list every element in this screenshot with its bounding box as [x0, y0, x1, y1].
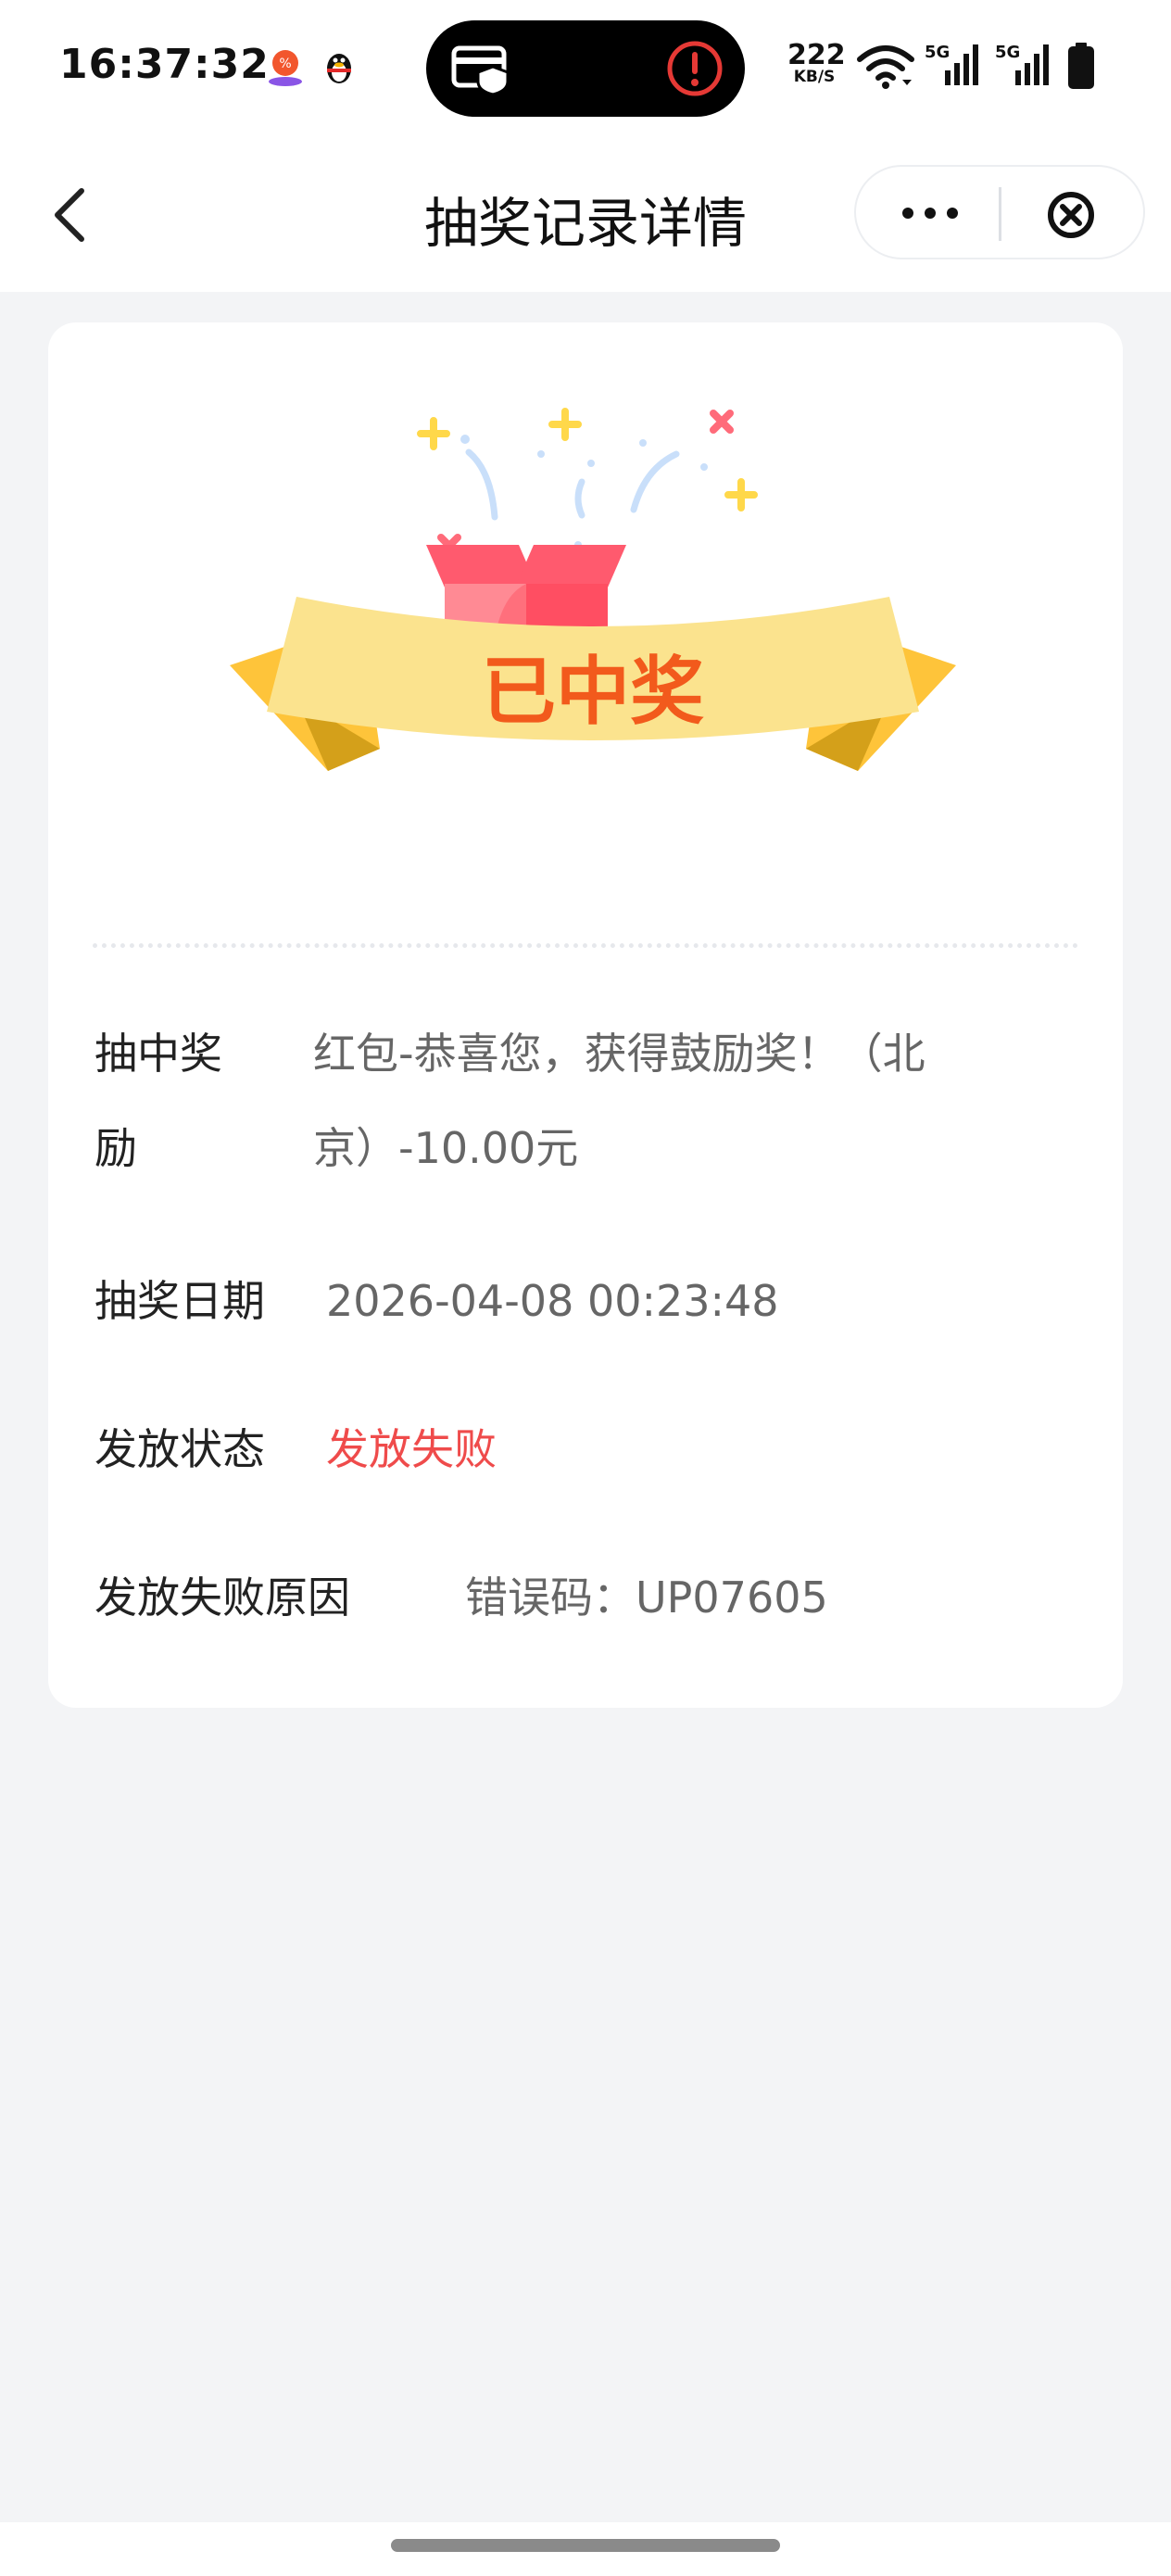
status-time: 16:37:32: [59, 41, 270, 88]
status-bar: 16:37:32 % 222 KB/S 5G 5G: [0, 0, 1171, 139]
row-prize: 抽中奖励 红包-恭喜您，获得鼓励奖！（北京）-10.00元: [94, 1006, 1077, 1201]
capsule-divider: [999, 187, 1001, 241]
row-issue-status: 发放状态 发放失败: [94, 1402, 1077, 1496]
svg-text:5G: 5G: [925, 43, 950, 62]
issue-status-label: 发放状态: [94, 1424, 265, 1474]
row-draw-date: 抽奖日期 2026-04-08 00:23:48: [94, 1254, 1077, 1348]
nav-bar: 抽奖记录详情: [0, 139, 1171, 292]
more-dots-icon[interactable]: [893, 185, 967, 241]
alert-icon: [667, 41, 723, 96]
draw-date-value: 2026-04-08 00:23:48: [326, 1276, 779, 1326]
close-circle-icon[interactable]: [1041, 185, 1101, 245]
fail-reason-label: 发放失败原因: [94, 1572, 350, 1623]
dynamic-island[interactable]: [426, 20, 745, 117]
confetti-decoration: [417, 408, 758, 558]
svg-text:5G: 5G: [995, 43, 1020, 62]
issue-status-value: 发放失败: [326, 1424, 497, 1474]
net-speed: 222 KB/S: [787, 39, 846, 86]
qq-penguin-icon: [327, 54, 351, 83]
battery-icon: [1068, 43, 1094, 89]
screen: 16:37:32 % 222 KB/S 5G 5G 抽奖记录详情 已中奖 抽中奖…: [0, 0, 1171, 2576]
dotted-divider: [93, 943, 1078, 948]
card-shield-icon: [451, 45, 510, 96]
home-indicator[interactable]: [391, 2539, 780, 2552]
mini-program-capsule: [854, 165, 1145, 259]
svg-text:%: %: [279, 57, 291, 71]
fail-reason-value: 错误码：UP07605: [465, 1572, 828, 1623]
page-title-text: 抽奖记录详情: [423, 192, 747, 255]
net-speed-value: 222: [787, 39, 846, 71]
banner-text: 已中奖: [482, 649, 704, 735]
signal-5g-icon-2: 5G: [995, 43, 1049, 85]
winning-banner-illustration: 已中奖: [230, 408, 956, 771]
row-fail-reason: 发放失败原因 错误码：UP07605: [94, 1550, 1077, 1645]
prize-value: 红包-恭喜您，获得鼓励奖！（北京）-10.00元: [313, 1029, 925, 1173]
shopping-app-icon: %: [269, 50, 302, 86]
wifi-icon: [857, 45, 914, 89]
lottery-detail-card: 已中奖 抽中奖励 红包-恭喜您，获得鼓励奖！（北京）-10.00元 抽奖日期 2…: [48, 322, 1123, 1708]
net-speed-unit: KB/S: [793, 68, 836, 86]
draw-date-label: 抽奖日期: [94, 1276, 265, 1326]
prize-label: 抽中奖励: [94, 1029, 222, 1173]
signal-5g-icon: 5G: [925, 43, 978, 85]
